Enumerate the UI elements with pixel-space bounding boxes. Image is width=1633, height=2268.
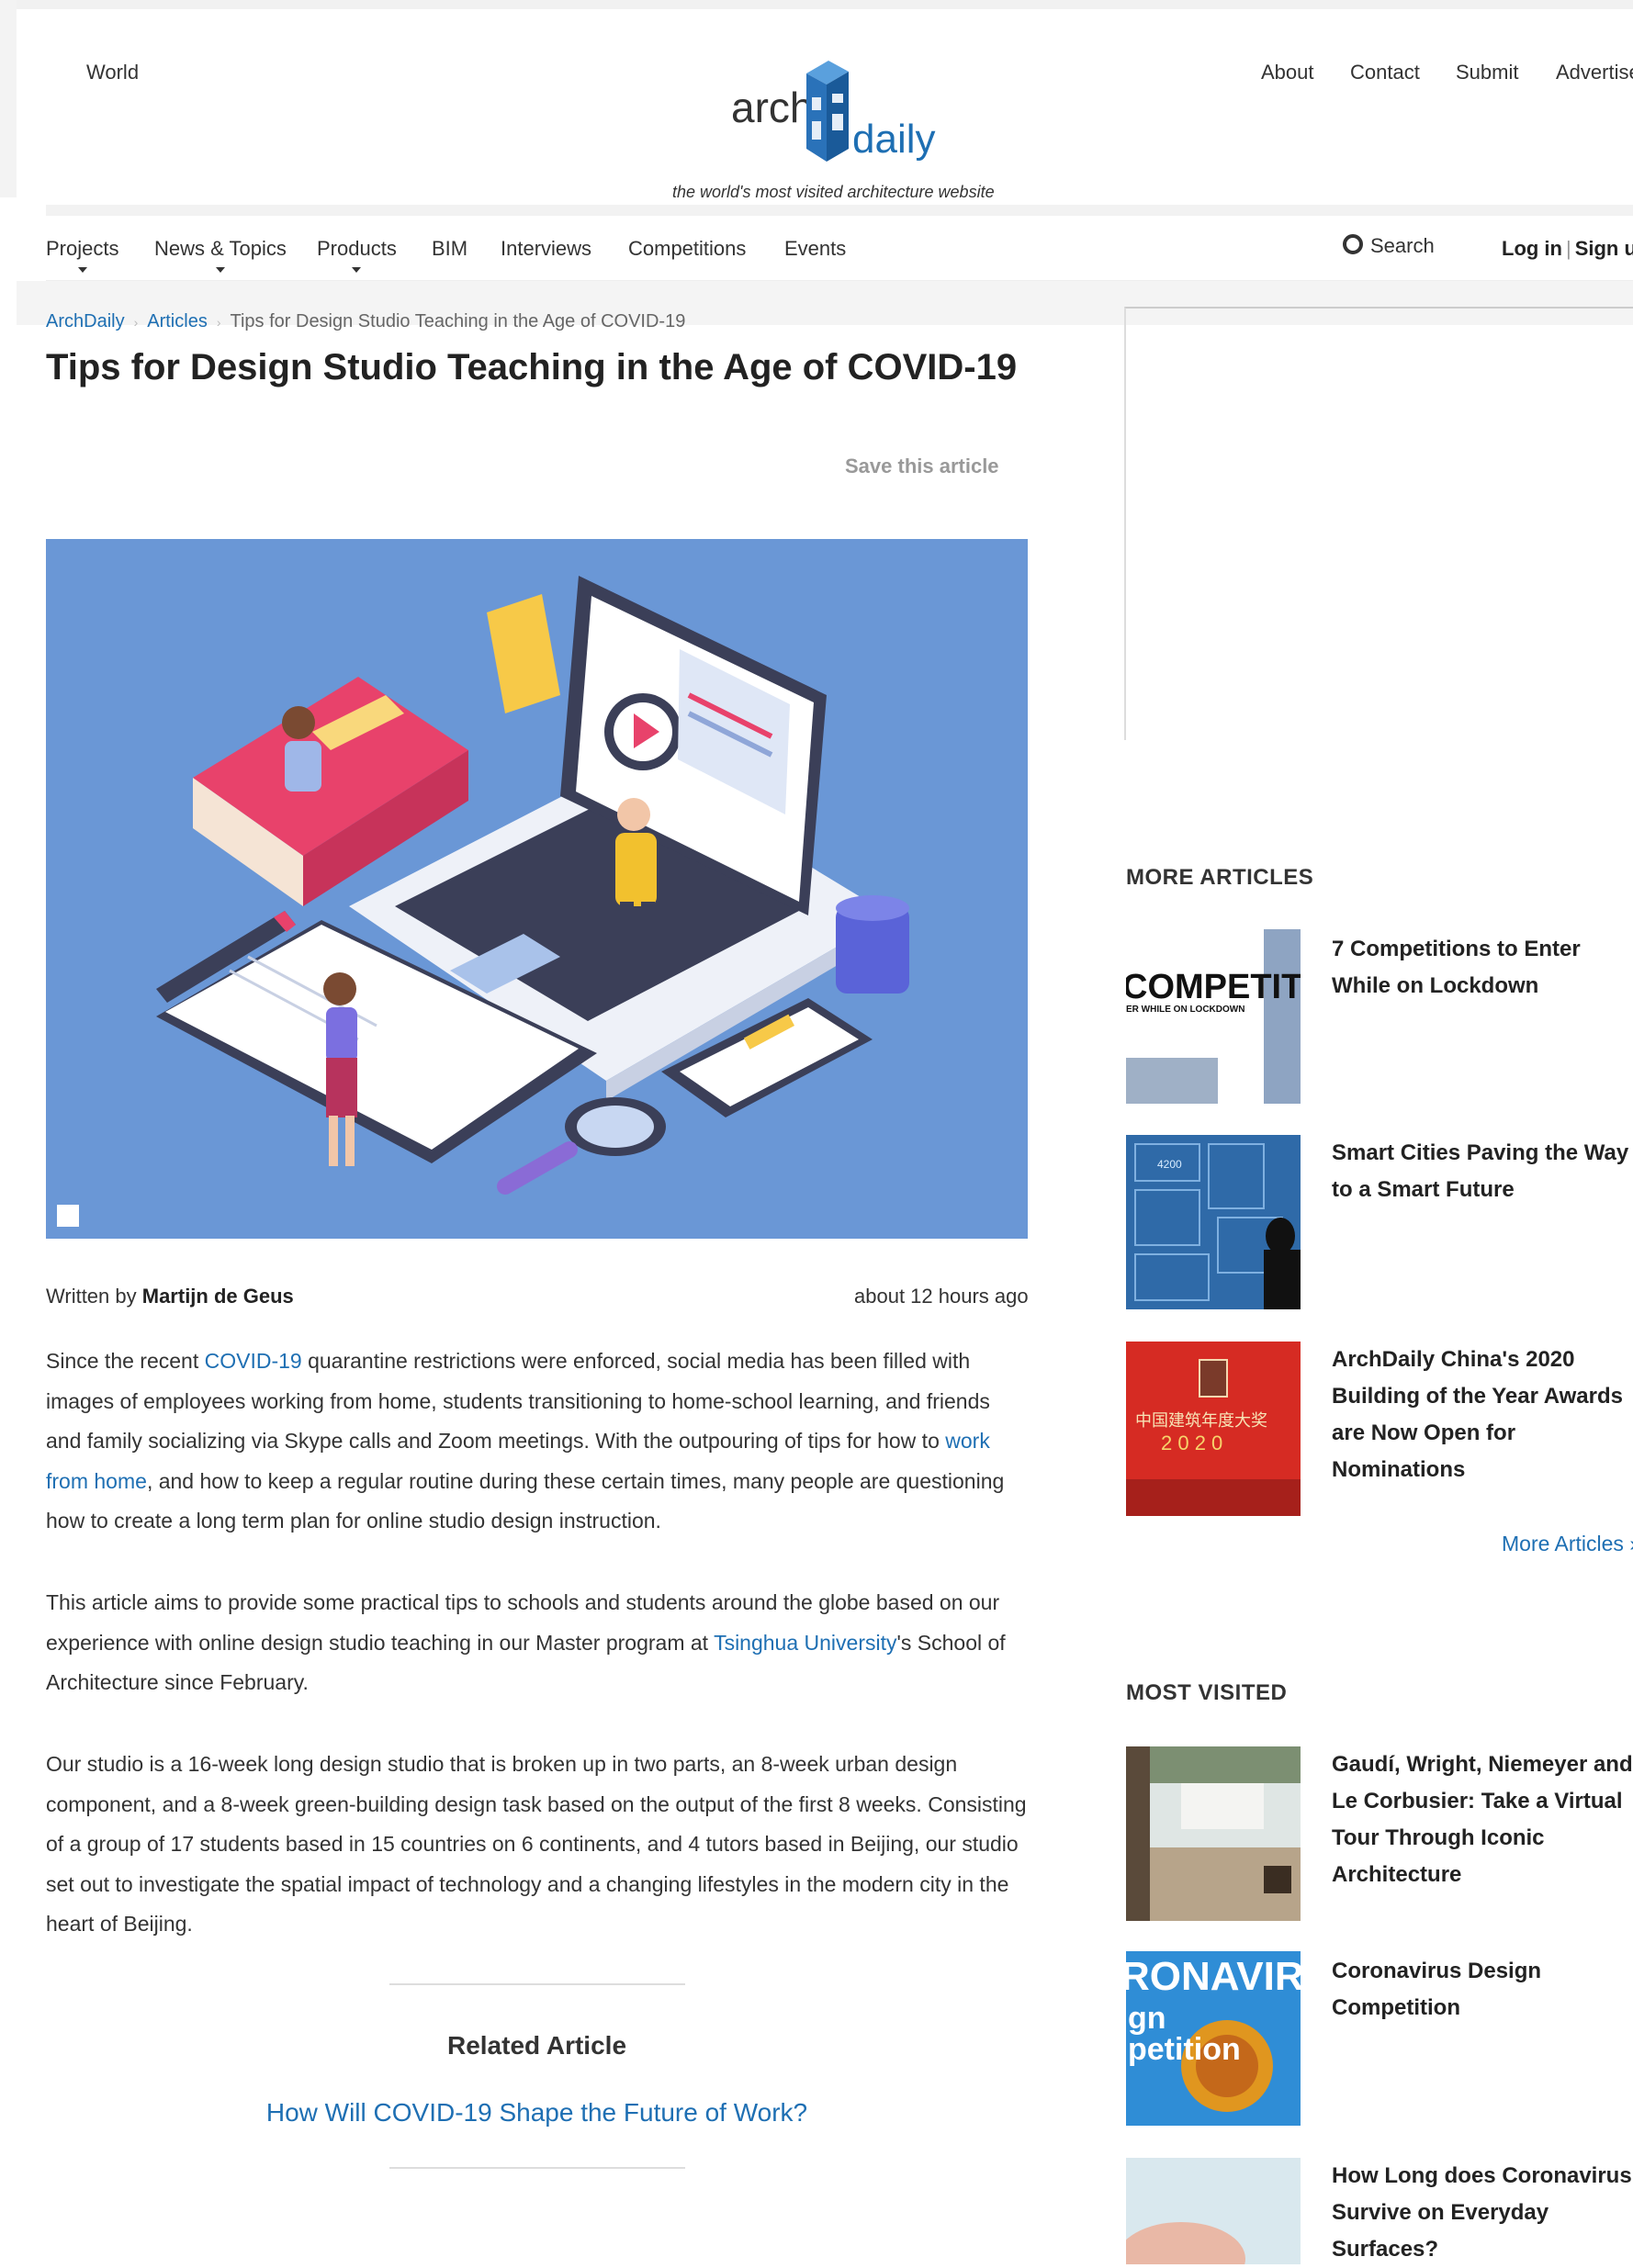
search-label: Search	[1370, 234, 1435, 257]
window-top-edge	[0, 0, 1633, 9]
nav-news-topics-label: News & Topics	[154, 237, 287, 260]
nav-competitions[interactable]: Competitions	[628, 237, 746, 261]
most-visited-heading: MOST VISITED	[1126, 1680, 1288, 1705]
post-time: about 12 hours ago	[854, 1285, 1029, 1308]
more-article-title-1[interactable]: 7 Competitions to Enter While on Lockdow…	[1332, 931, 1633, 1005]
breadcrumb-archdaily[interactable]: ArchDaily	[46, 311, 125, 331]
window-left-edge	[0, 0, 17, 197]
thumb-surfaces[interactable]	[1126, 2158, 1301, 2264]
contact-link[interactable]: Contact	[1350, 61, 1420, 84]
auth-separator: |	[1565, 237, 1571, 260]
logo-arch-text: arch	[731, 84, 813, 131]
advertisement-slot[interactable]	[1124, 307, 1633, 740]
nav-projects-label: Projects	[46, 237, 119, 260]
breadcrumb-articles[interactable]: Articles	[147, 311, 208, 331]
logo-daily-text: daily	[852, 117, 936, 162]
more-article-title-3[interactable]: ArchDaily China's 2020 Building of the Y…	[1332, 1342, 1633, 1488]
thumb-competitions[interactable]: COMPETITIO ER WHILE ON LOCKDOWN	[1126, 929, 1301, 1104]
thumb-smart-cities-text: 4200	[1157, 1158, 1182, 1171]
nav-products-label: Products	[317, 237, 397, 260]
thumb-coronavirus-competition[interactable]: RONAVIR gn petition	[1126, 1951, 1301, 2126]
thumb-china-awards[interactable]: 中国建筑年度大奖 2 0 2 0	[1126, 1342, 1301, 1516]
nav-products[interactable]: Products	[317, 237, 397, 273]
tagline: the world's most visited architecture we…	[672, 183, 995, 201]
thumb-coronavirus-subtext-1: gn	[1128, 2001, 1166, 2036]
more-article-title-2[interactable]: Smart Cities Paving the Way to a Smart F…	[1332, 1135, 1633, 1208]
article-hero-image[interactable]	[46, 539, 1028, 1239]
more-articles-link[interactable]: More Articles »	[1502, 1532, 1633, 1556]
thumb-smart-cities[interactable]: 4200	[1126, 1135, 1301, 1309]
main-nav: Projects News & Topics Products BIM Inte…	[46, 216, 1633, 281]
article-paragraph-1: Since the recent COVID-19 quarantine res…	[46, 1342, 1028, 1542]
search-icon	[1343, 234, 1363, 254]
signup-link[interactable]: Sign up	[1575, 237, 1633, 260]
chevron-down-icon	[215, 267, 225, 273]
article-title: Tips for Design Studio Teaching in the A…	[46, 347, 1018, 387]
thumb-coronavirus-text: RONAVIR	[1126, 1954, 1301, 1999]
covid19-link[interactable]: COVID-19	[205, 1349, 302, 1373]
p1-text-3: , and how to keep a regular routine duri…	[46, 1468, 1005, 1533]
related-divider-top	[389, 1983, 685, 1985]
chevron-down-icon	[352, 267, 362, 273]
thumb-china-awards-year: 2 0 2 0	[1161, 1432, 1222, 1454]
thumb-competitions-subtext: ER WHILE ON LOCKDOWN	[1126, 1005, 1244, 1015]
breadcrumb-current: Tips for Design Studio Teaching in the A…	[230, 311, 686, 331]
about-link[interactable]: About	[1261, 61, 1314, 84]
byline-prefix: Written by	[46, 1285, 137, 1308]
most-visited-title-1[interactable]: Gaudí, Wright, Niemeyer and Le Corbusier…	[1332, 1746, 1633, 1893]
chevron-down-icon	[77, 267, 87, 273]
article-paragraph-3: Our studio is a 16-week long design stud…	[46, 1752, 1027, 1936]
hero-illustration	[57, 576, 909, 1227]
most-visited-title-2[interactable]: Coronavirus Design Competition	[1332, 1953, 1633, 2027]
p1-text-1: Since the recent	[46, 1349, 205, 1373]
nav-bim[interactable]: BIM	[432, 237, 467, 261]
search-button[interactable]: Search	[1343, 234, 1435, 258]
archdaily-logo[interactable]: arch daily	[729, 53, 968, 173]
nav-interviews[interactable]: Interviews	[501, 237, 591, 261]
submit-link[interactable]: Submit	[1456, 61, 1518, 84]
thumb-virtual-tour[interactable]	[1126, 1746, 1301, 1921]
save-article-button[interactable]: Save this article	[845, 455, 999, 478]
thumb-coronavirus-subtext-2: petition	[1128, 2032, 1241, 2067]
byline: Written by Martijn de Geus	[46, 1285, 294, 1308]
chevron-right-icon: ›	[216, 315, 221, 330]
chevron-right-icon: ›	[133, 315, 139, 330]
article-paragraph-2: This article aims to provide some practi…	[46, 1583, 1028, 1703]
nav-projects[interactable]: Projects	[46, 237, 119, 273]
world-link[interactable]: World	[86, 61, 139, 84]
more-articles-heading: MORE ARTICLES	[1126, 865, 1314, 890]
breadcrumb: ArchDaily › Articles › Tips for Design Studi…	[46, 311, 685, 332]
author-name[interactable]: Martijn de Geus	[142, 1285, 294, 1308]
related-divider-bottom	[389, 2167, 685, 2169]
thumb-competitions-text: COMPETITIO	[1126, 968, 1301, 1006]
advertise-link[interactable]: Advertise	[1556, 61, 1633, 84]
related-article-link[interactable]: How Will COVID-19 Shape the Future of Wo…	[46, 2098, 1028, 2128]
nav-news-topics[interactable]: News & Topics	[154, 237, 287, 273]
header-divider	[46, 205, 1633, 216]
auth-links: Log in|Sign up	[1502, 237, 1633, 261]
most-visited-title-3[interactable]: How Long does Coronavirus Survive on Eve…	[1332, 2158, 1633, 2268]
related-article-heading: Related Article	[446, 2031, 627, 2060]
thumb-china-awards-text: 中国建筑年度大奖	[1135, 1411, 1267, 1431]
nav-events[interactable]: Events	[784, 237, 846, 261]
tsinghua-link[interactable]: Tsinghua University	[714, 1631, 896, 1655]
login-link[interactable]: Log in	[1502, 237, 1562, 260]
